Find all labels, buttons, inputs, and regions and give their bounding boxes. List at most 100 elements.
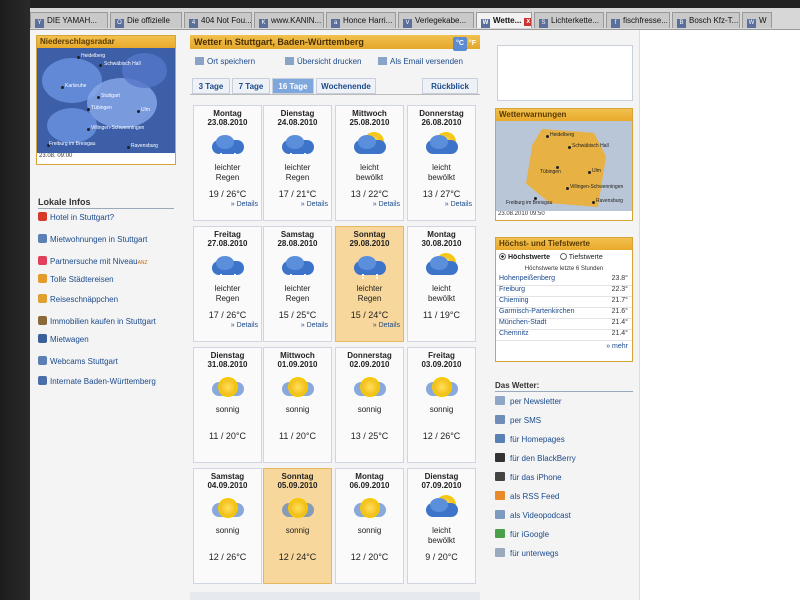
sun-icon (204, 375, 252, 401)
station-name[interactable]: Chemnitz (499, 330, 529, 337)
local-info-link[interactable]: Partnersuche mit NiveauANZ (38, 256, 178, 268)
channel-link[interactable]: für den BlackBerry (495, 453, 576, 463)
browser-tab[interactable]: Kwww.KANIN... (254, 12, 324, 28)
favicon-icon: a (331, 19, 340, 28)
station-name[interactable]: München-Stadt (499, 319, 546, 326)
tab-7-tage[interactable]: 7 Tage (232, 78, 270, 94)
local-info-link[interactable]: Mietwohnungen in Stuttgart (38, 234, 178, 245)
tab-16-tage[interactable]: 16 Tage (272, 78, 314, 94)
local-info-link[interactable]: Immobilien kaufen in Stuttgart (38, 316, 178, 327)
partly-cloudy-icon (346, 133, 394, 159)
forecast-day-card[interactable]: Montag 06.09.2010 sonnig 12 / 20°C (335, 468, 404, 584)
forecast-day-card[interactable]: Montag 30.08.2010 leicht bewölkt 11 / 19°C (407, 226, 476, 342)
browser-tab[interactable]: V Verlegekabe... (398, 12, 474, 28)
details-link[interactable]: » Details (194, 201, 261, 208)
station-name[interactable]: Hohenpeißenberg (499, 275, 555, 282)
temperature-range: 12 / 26°C (422, 431, 461, 441)
day-date: 31.08.2010 (207, 360, 248, 369)
browser-tab[interactable]: W Wette... x (476, 12, 532, 28)
warn-city: Tübingen (540, 169, 561, 175)
tab-rueckblick[interactable]: Rückblick (422, 78, 478, 94)
local-info-link[interactable]: Tolle Städtereisen (38, 274, 178, 285)
channel-link[interactable]: für unterwegs (495, 548, 558, 558)
channel-link[interactable]: für Homepages (495, 434, 565, 444)
radar-city: Schwäbisch Hall (104, 61, 141, 67)
forecast-day-card[interactable]: Donnerstag 02.09.2010 sonnig 13 / 25°C (335, 347, 404, 463)
day-name: Freitag (428, 351, 455, 360)
print-link[interactable]: Übersicht drucken (285, 57, 361, 66)
local-info-link[interactable]: Hotel in Stuttgart? (38, 212, 178, 223)
local-info-link[interactable]: Mietwagen (38, 334, 178, 345)
close-tab-icon[interactable]: x (524, 18, 531, 26)
channel-link[interactable]: als Videopodcast (495, 510, 571, 520)
channel-link[interactable]: als RSS Feed (495, 491, 559, 501)
channel-link[interactable]: per Newsletter (495, 396, 562, 406)
warn-city: Heidelberg (550, 132, 575, 138)
forecast-day-card[interactable]: Samstag 04.09.2010 sonnig 12 / 26°C (193, 468, 262, 584)
radar-widget[interactable]: Niederschlagsradar Schwäbisch Hall Karls… (36, 35, 176, 165)
browser-tab[interactable]: Y DIE YAMAH... (30, 12, 108, 28)
more-link[interactable]: » mehr (496, 343, 632, 350)
channel-link[interactable]: für das iPhone (495, 472, 562, 482)
forecast-day-card[interactable]: Dienstag 24.08.2010 leichter Regen 17 / 21°C… (263, 105, 332, 221)
details-link[interactable]: » Details (408, 201, 475, 208)
browser-tab[interactable]: f fischfresse... (606, 12, 670, 28)
unit-celsius[interactable]: °C (453, 37, 467, 51)
forecast-day-card[interactable]: Mittwoch 25.08.2010 leicht bewölkt 13 / 22°C… (335, 105, 404, 221)
channel-icon (495, 415, 505, 424)
forecast-day-card[interactable]: Sonntag 05.09.2010 sonnig 12 / 24°C (263, 468, 332, 584)
forecast-day-card[interactable]: Donnerstag 26.08.2010 leicht bewölkt 13 / 27… (407, 105, 476, 221)
email-link[interactable]: Als Email versenden (378, 57, 463, 66)
local-info-label: Internate Baden-Württemberg (50, 377, 156, 386)
weather-description: sonnig (336, 526, 403, 548)
day-date: 05.09.2010 (277, 481, 318, 490)
channel-label: für das iPhone (510, 473, 562, 482)
unit-toggle[interactable]: °C °F (453, 37, 476, 51)
details-link[interactable]: » Details (264, 201, 331, 208)
local-info-link[interactable]: Internate Baden-Württemberg (38, 376, 178, 387)
forecast-day-card[interactable]: Freitag 03.09.2010 sonnig 12 / 26°C (407, 347, 476, 463)
radio-highs[interactable]: Höchstwerte (499, 253, 550, 261)
forecast-day-card[interactable]: Montag 23.08.2010 leichter Regen 19 / 26°C » … (193, 105, 262, 221)
station-value: 22.3° (611, 286, 628, 293)
day-name: Montag (427, 230, 456, 239)
radio-lows[interactable]: Tiefstwerte (559, 253, 603, 261)
weather-description: sonnig (194, 405, 261, 427)
browser-tab[interactable]: 4 404 Not Fou... (184, 12, 252, 28)
channel-link[interactable]: per SMS (495, 415, 541, 425)
browser-tab[interactable]: S Lichterkette... (534, 12, 604, 28)
local-info-link[interactable]: Webcams Stuttgart (38, 356, 178, 367)
details-link[interactable]: » Details (264, 322, 331, 329)
browser-tab[interactable]: O Die offizielle (110, 12, 182, 28)
weather-warnings-widget[interactable]: Wetterwarnungen Heidelberg Schwäbisch Ha… (495, 108, 633, 221)
temperature-range: 11 / 19°C (423, 310, 460, 320)
radar-map[interactable]: Schwäbisch Hall Karlsruhe Stuttgart Tübi… (37, 48, 175, 153)
local-info-label: Hotel in Stuttgart? (50, 213, 115, 222)
browser-tab[interactable]: a Honce Harri... (326, 12, 396, 28)
details-link[interactable]: » Details (194, 322, 261, 329)
warnings-map[interactable]: Heidelberg Schwäbisch Hall Tübingen Ulm … (496, 121, 632, 211)
browser-tab[interactable]: B Bosch Kfz-T... (672, 12, 740, 28)
local-info-link[interactable]: Reiseschnäppchen (38, 294, 178, 305)
channel-link[interactable]: für iGoogle (495, 529, 549, 539)
tab-wochenende[interactable]: Wochenende (316, 78, 376, 94)
forecast-day-card[interactable]: Dienstag 07.09.2010 leicht bewölkt 9 / 20°C (407, 468, 476, 584)
unit-fahrenheit[interactable]: °F (469, 40, 476, 47)
day-date: 03.09.2010 (421, 360, 462, 369)
station-name[interactable]: Freiburg (499, 286, 525, 293)
save-location-link[interactable]: Ort speichern (195, 57, 255, 66)
forecast-day-card[interactable]: Dienstag 31.08.2010 sonnig 11 / 20°C (193, 347, 262, 463)
details-link[interactable]: » Details (336, 322, 403, 329)
day-name: Montag (355, 472, 384, 481)
forecast-day-card[interactable]: Mittwoch 01.09.2010 sonnig 11 / 20°C (263, 347, 332, 463)
forecast-day-card[interactable]: Sonntag 29.08.2010 leichter Regen 15 / 24°C »… (335, 226, 404, 342)
tab-3-tage[interactable]: 3 Tage (192, 78, 230, 94)
details-link[interactable]: » Details (336, 201, 403, 208)
forecast-day-card[interactable]: Freitag 27.08.2010 leichter Regen 17 / 26°C »… (193, 226, 262, 342)
channel-label: für iGoogle (510, 530, 550, 539)
forecast-day-card[interactable]: Samstag 28.08.2010 leichter Regen 15 / 25°C »… (263, 226, 332, 342)
station-row: Chieming 21.7° (496, 297, 632, 308)
browser-tab[interactable]: WW (742, 12, 772, 28)
station-name[interactable]: Garmisch-Partenkirchen (499, 308, 574, 315)
station-name[interactable]: Chieming (499, 297, 529, 304)
